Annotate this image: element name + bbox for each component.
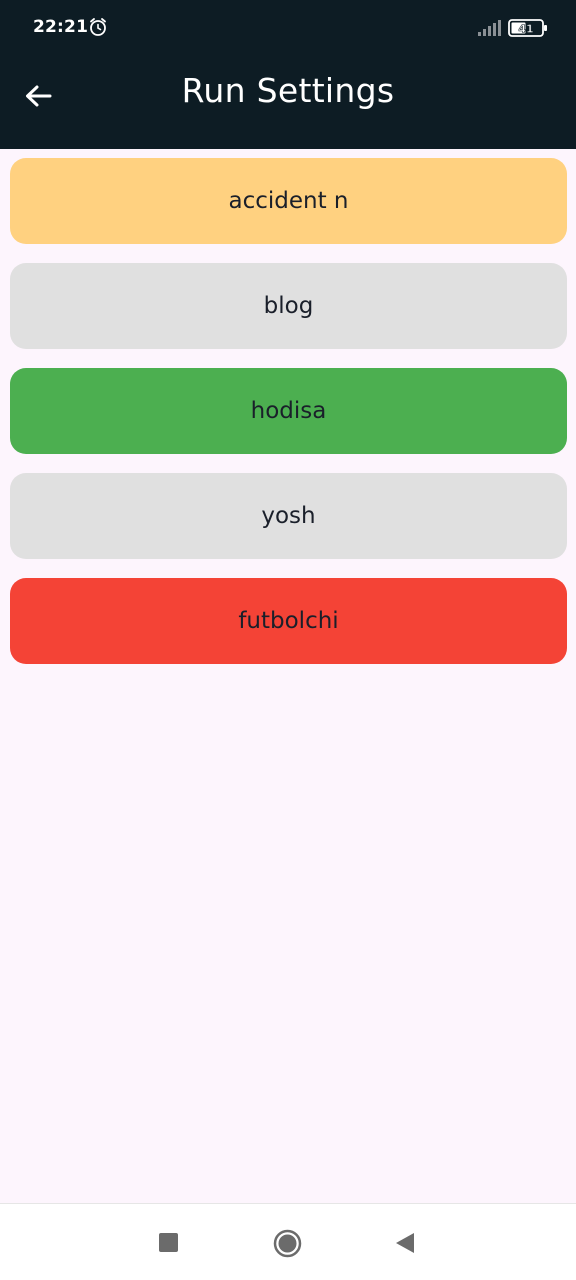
category-button-label: futbolchi: [238, 608, 339, 634]
battery-icon: 41: [508, 19, 547, 37]
category-button[interactable]: yosh: [10, 473, 567, 559]
alarm-icon: [90, 18, 106, 36]
home-button[interactable]: [273, 1229, 302, 1258]
triangle-back-icon: [396, 1233, 414, 1253]
category-button[interactable]: futbolchi: [10, 578, 567, 664]
category-button-label: yosh: [261, 503, 316, 529]
screen: 22:21 41 Run Settings accident n blog ho…: [0, 0, 576, 1280]
category-button[interactable]: hodisa: [10, 368, 567, 454]
status-time: 22:21: [33, 17, 89, 37]
category-button-label: hodisa: [250, 398, 327, 424]
category-button[interactable]: blog: [10, 263, 567, 349]
category-list: accident n blog hodisa yosh futbolchi: [10, 158, 567, 683]
category-button[interactable]: accident n: [10, 158, 567, 244]
battery-level: 41: [518, 23, 533, 36]
header: 22:21 41 Run Settings: [0, 0, 576, 149]
page-title: Run Settings: [181, 71, 395, 110]
category-button-label: accident n: [228, 188, 349, 214]
nav-back-button[interactable]: [395, 1232, 415, 1254]
category-button-label: blog: [263, 293, 314, 319]
recents-button[interactable]: [159, 1233, 178, 1252]
system-nav-bar: [0, 1203, 576, 1280]
signal-icon: [478, 20, 501, 36]
